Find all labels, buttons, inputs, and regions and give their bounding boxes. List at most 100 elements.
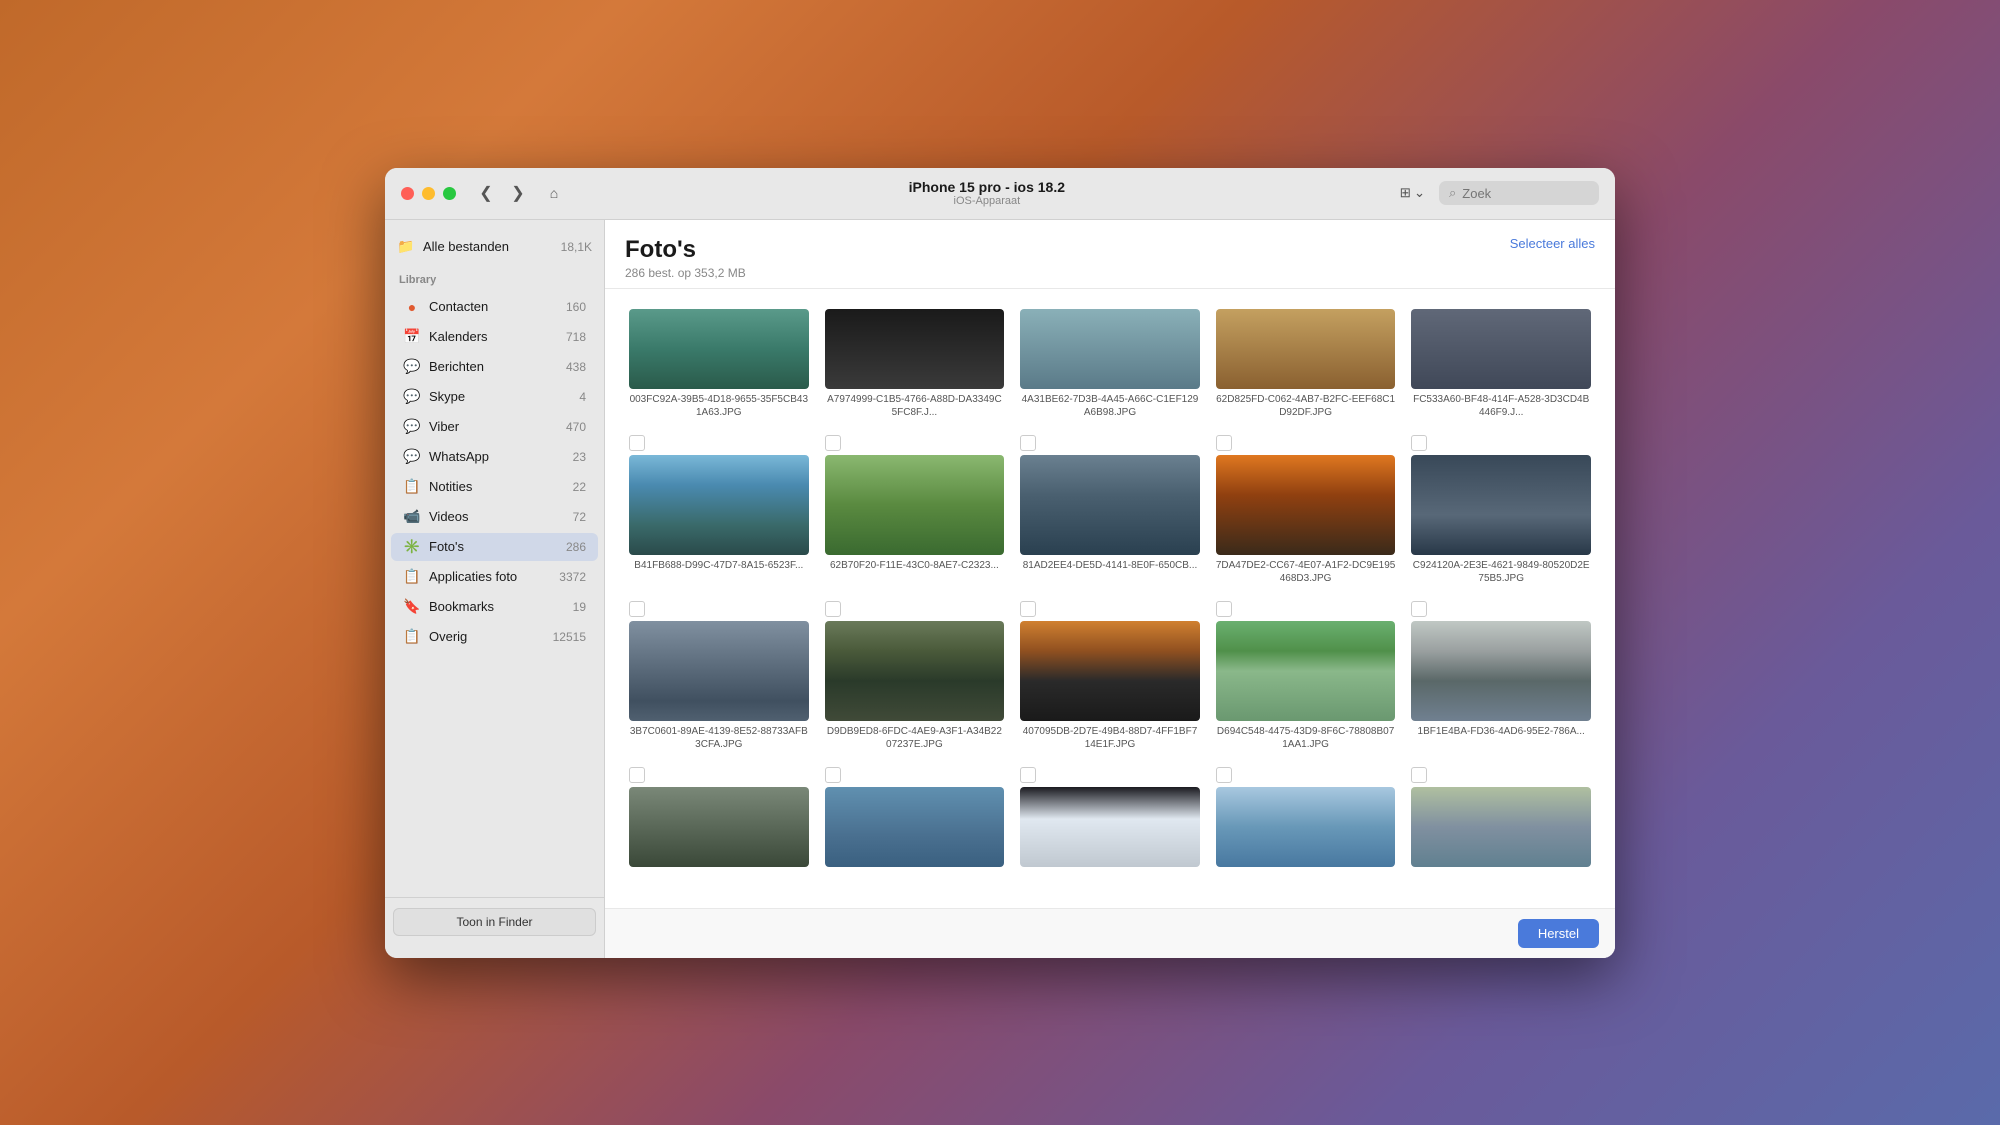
finder-button[interactable]: Toon in Finder [393,908,596,936]
photo-select-checkbox[interactable] [825,601,841,617]
photo-thumbnail[interactable] [1411,621,1591,721]
sidebar-item-whatsapp[interactable]: 💬 WhatsApp 23 [391,443,598,471]
photo-filename: FC533A60-BF48-414F-A528-3D3CD4B446F9.J..… [1411,393,1591,419]
sidebar-label-berichten: Berichten [429,359,558,374]
notes-icon: 📋 [403,478,421,496]
sidebar-item-all-files[interactable]: 📁 Alle bestanden 18,1K [385,232,604,262]
photo-select-checkbox[interactable] [1020,767,1036,783]
photo-select-checkbox[interactable] [825,767,841,783]
list-item [1403,759,1599,875]
photo-filename: 407095DB-2D7E-49B4-88D7-4FF1BF714E1F.JPG [1020,725,1200,751]
photo-select-checkbox[interactable] [1020,601,1036,617]
sidebar-item-applicaties[interactable]: 📋 Applicaties foto 3372 [391,563,598,591]
photo-thumbnail[interactable] [825,309,1005,389]
sidebar-label-fotos: Foto's [429,539,558,554]
photo-thumbnail[interactable] [629,787,809,867]
photo-select-checkbox[interactable] [1216,601,1232,617]
herstel-button[interactable]: Herstel [1518,919,1599,948]
photo-thumbnail[interactable] [1020,621,1200,721]
sidebar-count-videos: 72 [573,510,586,524]
main-window: ❮ ❯ ⌂ iPhone 15 pro - ios 18.2 iOS-Appar… [385,168,1615,958]
photo-thumbnail[interactable] [1020,455,1200,555]
close-button[interactable] [401,187,414,200]
photo-thumbnail[interactable] [629,309,809,389]
search-input[interactable] [1462,186,1589,201]
list-item: B41FB688-D99C-47D7-8A15-6523F... [621,427,817,593]
home-button[interactable]: ⌂ [540,179,568,207]
photo-select-checkbox[interactable] [629,601,645,617]
photo-thumbnail[interactable] [1216,787,1396,867]
sidebar-count-skype: 4 [579,390,586,404]
whatsapp-icon: 💬 [403,448,421,466]
photo-thumbnail[interactable] [1216,621,1396,721]
sidebar-item-skype[interactable]: 💬 Skype 4 [391,383,598,411]
photo-filename: C924120A-2E3E-4621-9849-80520D2E75B5.JPG [1411,559,1591,585]
search-icon: ⌕ [1449,185,1456,201]
photo-thumbnail[interactable] [1020,309,1200,389]
other-icon: 📋 [403,628,421,646]
sidebar-all-files-label: Alle bestanden [423,239,553,254]
photo-thumbnail[interactable] [825,621,1005,721]
list-item: 003FC92A-39B5-4D18-9655-35F5CB431A63.JPG [621,301,817,427]
sidebar-item-kalenders[interactable]: 📅 Kalenders 718 [391,323,598,351]
sidebar-label-applicaties: Applicaties foto [429,569,551,584]
sidebar-item-fotos[interactable]: ✳️ Foto's 286 [391,533,598,561]
photo-thumbnail[interactable] [825,455,1005,555]
sidebar-label-viber: Viber [429,419,558,434]
contact-icon: ● [403,298,421,316]
photo-thumbnail[interactable] [1216,309,1396,389]
photo-thumbnail[interactable] [1411,455,1591,555]
photo-select-checkbox[interactable] [1020,435,1036,451]
photo-thumbnail[interactable] [1411,309,1591,389]
content-header: Foto's 286 best. op 353,2 MB Selecteer a… [605,220,1615,289]
title-area: iPhone 15 pro - ios 18.2 iOS-Apparaat [580,179,1394,207]
photo-select-checkbox[interactable] [1216,767,1232,783]
photos-icon: ✳️ [403,538,421,556]
sidebar-item-notities[interactable]: 📋 Notities 22 [391,473,598,501]
photo-thumbnail[interactable] [629,455,809,555]
window-title: iPhone 15 pro - ios 18.2 [909,179,1065,195]
sidebar-item-bookmarks[interactable]: 🔖 Bookmarks 19 [391,593,598,621]
sidebar-count-fotos: 286 [566,540,586,554]
photo-filename: 3B7C0601-89AE-4139-8E52-88733AFB3CFA.JPG [629,725,809,751]
sidebar-count-overig: 12515 [553,630,586,644]
photo-filename: D9DB9ED8-6FDC-4AE9-A3F1-A34B2207237E.JPG [825,725,1005,751]
sidebar-item-viber[interactable]: 💬 Viber 470 [391,413,598,441]
photo-thumbnail[interactable] [629,621,809,721]
select-all-button[interactable]: Selecteer alles [1510,236,1595,251]
view-toggle-button[interactable]: ⊞ ⌄ [1394,181,1431,205]
photo-grid-container[interactable]: 003FC92A-39B5-4D18-9655-35F5CB431A63.JPG… [605,289,1615,908]
sidebar-item-overig[interactable]: 📋 Overig 12515 [391,623,598,651]
sidebar-label-skype: Skype [429,389,571,404]
photo-select-checkbox[interactable] [629,435,645,451]
list-item: 4A31BE62-7D3B-4A45-A66C-C1EF129A6B98.JPG [1012,301,1208,427]
photo-thumbnail[interactable] [1216,455,1396,555]
photo-select-checkbox[interactable] [825,435,841,451]
photo-select-checkbox[interactable] [1216,435,1232,451]
list-item [1208,759,1404,875]
photo-thumbnail[interactable] [1020,787,1200,867]
content-footer: Herstel [605,908,1615,958]
back-button[interactable]: ❮ [472,179,500,207]
sidebar-item-videos[interactable]: 📹 Videos 72 [391,503,598,531]
content-area: Foto's 286 best. op 353,2 MB Selecteer a… [605,220,1615,958]
sidebar-item-contacten[interactable]: ● Contacten 160 [391,293,598,321]
sidebar-label-whatsapp: WhatsApp [429,449,565,464]
list-item [621,759,817,875]
main-layout: 📁 Alle bestanden 18,1K Library ● Contact… [385,220,1615,958]
sidebar-item-berichten[interactable]: 💬 Berichten 438 [391,353,598,381]
photo-filename: 81AD2EE4-DE5D-4141-8E0F-650CB... [1020,559,1200,572]
photo-select-checkbox[interactable] [1411,435,1427,451]
photo-select-checkbox[interactable] [629,767,645,783]
forward-button[interactable]: ❯ [504,179,532,207]
photo-thumbnail[interactable] [1411,787,1591,867]
minimize-button[interactable] [422,187,435,200]
photo-filename: B41FB688-D99C-47D7-8A15-6523F... [629,559,809,572]
traffic-lights [401,187,456,200]
photo-select-checkbox[interactable] [1411,601,1427,617]
list-item: 3B7C0601-89AE-4139-8E52-88733AFB3CFA.JPG [621,593,817,759]
photo-thumbnail[interactable] [825,787,1005,867]
photo-select-checkbox[interactable] [1411,767,1427,783]
maximize-button[interactable] [443,187,456,200]
sidebar: 📁 Alle bestanden 18,1K Library ● Contact… [385,220,605,958]
